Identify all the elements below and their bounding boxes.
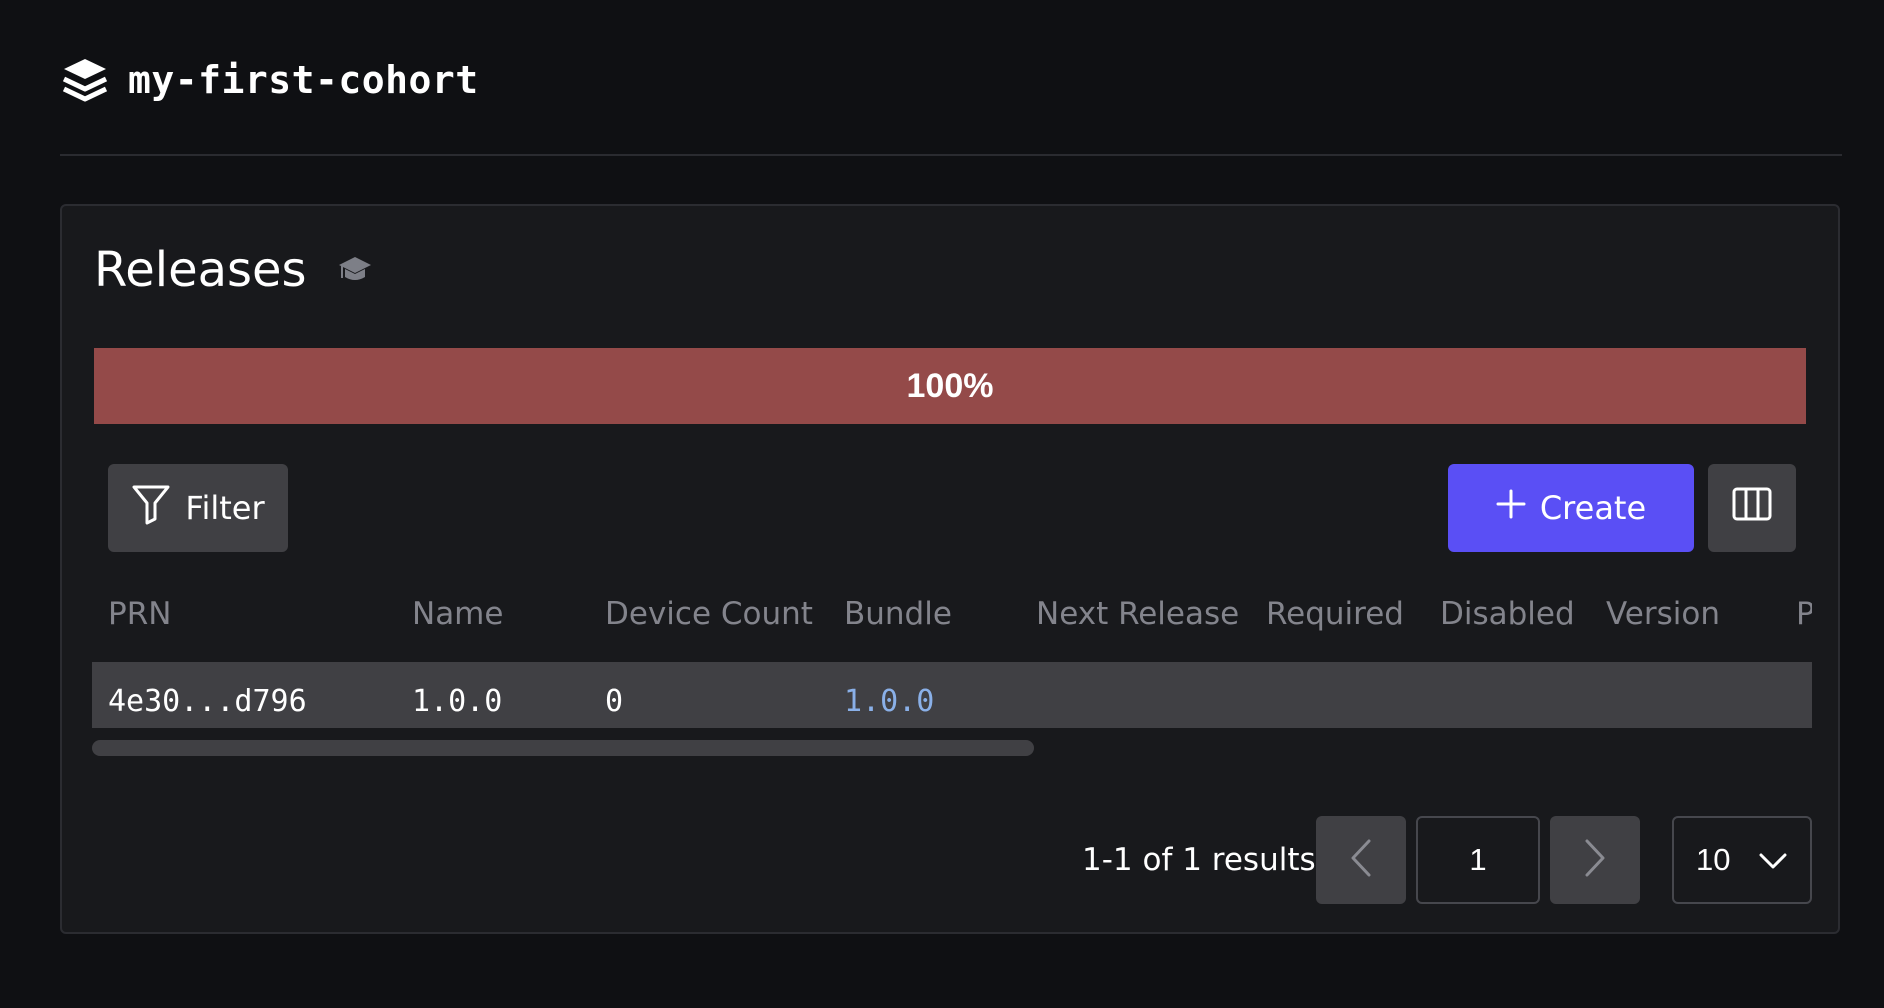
- filter-icon: [131, 483, 171, 533]
- results-count: 1-1 of 1 results: [1082, 842, 1316, 878]
- table-row[interactable]: 4e30...d796 1.0.0 0 1.0.0: [92, 662, 1812, 728]
- column-header-truncated[interactable]: P: [1796, 596, 1812, 632]
- releases-panel: Releases 100% Filter Create PRN Name Dev…: [60, 204, 1840, 934]
- page-number: 1: [1469, 842, 1487, 877]
- column-header-bundle[interactable]: Bundle: [844, 596, 952, 632]
- column-header-disabled[interactable]: Disabled: [1440, 596, 1575, 632]
- cell-bundle-link[interactable]: 1.0.0: [844, 684, 934, 719]
- columns-button[interactable]: [1708, 464, 1796, 552]
- next-page-button[interactable]: [1550, 816, 1640, 904]
- page-size-value: 10: [1696, 842, 1731, 877]
- create-label: Create: [1539, 489, 1647, 527]
- releases-table: PRN Name Device Count Bundle Next Releas…: [92, 568, 1812, 728]
- stack-icon: [60, 54, 112, 106]
- column-header-device-count[interactable]: Device Count: [605, 596, 813, 632]
- cohort-title: my-first-cohort: [128, 58, 479, 102]
- chevron-right-icon: [1583, 838, 1607, 883]
- create-button[interactable]: Create: [1448, 464, 1694, 552]
- cell-device-count: 0: [605, 684, 624, 719]
- plus-icon: [1496, 489, 1526, 527]
- previous-page-button[interactable]: [1316, 816, 1406, 904]
- page-number-input[interactable]: 1: [1416, 816, 1540, 904]
- page-header: my-first-cohort: [60, 50, 479, 110]
- cell-prn: 4e30...d796: [108, 684, 307, 719]
- graduation-cap-icon[interactable]: [337, 251, 375, 289]
- header-divider: [60, 154, 1842, 156]
- column-header-prn[interactable]: PRN: [108, 596, 171, 632]
- progress-bar: 100%: [94, 348, 1806, 424]
- horizontal-scrollbar[interactable]: [92, 740, 1034, 756]
- chevron-down-icon: [1758, 842, 1788, 878]
- page-size-select[interactable]: 10: [1672, 816, 1812, 904]
- column-header-next-release[interactable]: Next Release: [1036, 596, 1239, 632]
- table-header: PRN Name Device Count Bundle Next Releas…: [92, 568, 1812, 648]
- progress-label: 100%: [906, 366, 994, 405]
- filter-button[interactable]: Filter: [108, 464, 288, 552]
- panel-header: Releases: [94, 242, 375, 298]
- columns-icon: [1732, 487, 1772, 529]
- column-header-version[interactable]: Version: [1606, 596, 1720, 632]
- panel-title: Releases: [94, 242, 307, 298]
- column-header-name[interactable]: Name: [412, 596, 503, 632]
- chevron-left-icon: [1349, 838, 1373, 883]
- cell-name: 1.0.0: [412, 684, 503, 719]
- column-header-required[interactable]: Required: [1266, 596, 1404, 632]
- filter-label: Filter: [185, 489, 265, 527]
